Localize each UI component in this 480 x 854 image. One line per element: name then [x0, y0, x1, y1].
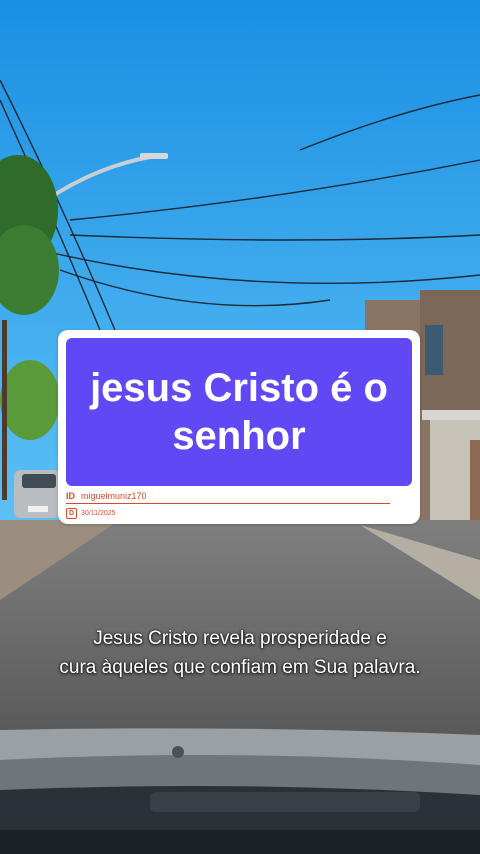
text-card: jesus Cristo é o senhor ID miguelmuniz17… [58, 330, 420, 524]
title-box: jesus Cristo é o senhor [66, 338, 412, 486]
date-row: D 30/11/2025 [66, 508, 116, 519]
user-id-value: miguelmuniz170 [81, 491, 147, 501]
date-icon: D [66, 508, 77, 519]
caption-line-2: cura àqueles que confiam em Sua palavra. [59, 657, 421, 678]
card-title: jesus Cristo é o senhor [90, 366, 388, 458]
user-id: ID miguelmuniz170 [66, 491, 147, 501]
caption-line-1: Jesus Cristo revela prosperidade e [93, 628, 387, 649]
meta-divider [66, 503, 390, 504]
date-text: 30/11/2025 [81, 510, 116, 517]
caption: Jesus Cristo revela prosperidade e cura … [0, 624, 480, 682]
id-label: ID [66, 491, 75, 501]
parked-car [14, 470, 60, 518]
